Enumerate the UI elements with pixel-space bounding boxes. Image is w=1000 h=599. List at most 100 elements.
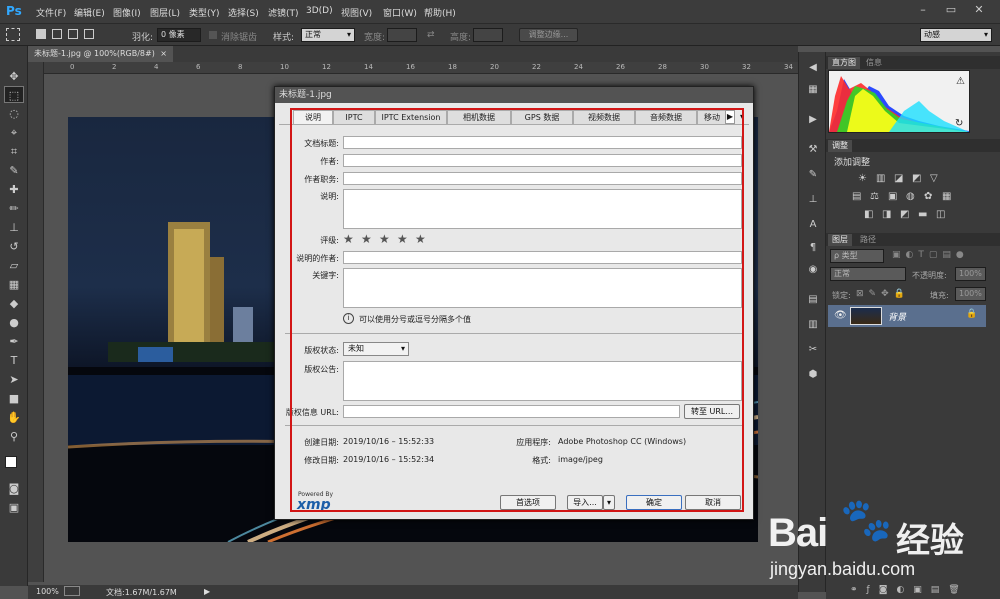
- status-menu-arrow-icon[interactable]: ▶: [204, 587, 210, 596]
- menu-layer[interactable]: 图层(L): [150, 6, 180, 19]
- lock-icons[interactable]: ⊠✎✥🔒: [856, 289, 916, 301]
- layer-row-background[interactable]: 👁 背景 🔒: [828, 305, 986, 327]
- swap-icon[interactable]: ⇄: [427, 30, 435, 40]
- posterize-icon[interactable]: ◨: [882, 209, 891, 220]
- dodge-tool-icon[interactable]: ●: [4, 314, 24, 331]
- foreground-color-swatch[interactable]: [5, 456, 17, 468]
- hue-saturation-icon[interactable]: ▤: [852, 191, 861, 202]
- close-tab-icon[interactable]: ×: [160, 46, 167, 62]
- path-select-tool-icon[interactable]: ➤: [4, 371, 24, 388]
- style-select[interactable]: 正常 ▾: [301, 28, 355, 42]
- width-input[interactable]: [387, 28, 417, 42]
- properties-panel-icon[interactable]: ✂: [805, 342, 821, 358]
- color-balance-icon[interactable]: ⚖: [870, 191, 879, 202]
- layer-name[interactable]: 背景: [888, 310, 906, 323]
- fill-input[interactable]: 100%: [955, 287, 986, 301]
- minimize-button[interactable]: –: [912, 2, 934, 18]
- menu-filter[interactable]: 滤镜(T): [268, 6, 299, 19]
- exposure-icon[interactable]: ◩: [912, 173, 921, 184]
- tab-adjustments[interactable]: 调整: [828, 140, 852, 152]
- feather-input[interactable]: 0 像素: [157, 28, 201, 42]
- intersect-selection-icon[interactable]: [84, 29, 94, 39]
- opacity-input[interactable]: 100%: [955, 267, 986, 281]
- new-selection-icon[interactable]: [36, 29, 46, 39]
- crop-tool-icon[interactable]: ⌗: [4, 143, 24, 160]
- threshold-icon[interactable]: ◩: [900, 209, 909, 220]
- refine-edge-button[interactable]: 调整边缘...: [519, 28, 578, 42]
- move-tool-icon[interactable]: ✥: [4, 68, 24, 85]
- layer-comps-icon[interactable]: ▥: [805, 317, 821, 333]
- height-input[interactable]: [473, 28, 503, 42]
- maximize-button[interactable]: ▭: [940, 2, 962, 18]
- menu-window[interactable]: 窗口(W): [383, 6, 417, 19]
- menu-edit[interactable]: 编辑(E): [74, 6, 105, 19]
- 3d-panel-icon[interactable]: ⬢: [805, 367, 821, 383]
- photo-filter-icon[interactable]: ◍: [906, 191, 915, 202]
- curves-icon[interactable]: ◪: [894, 173, 903, 184]
- antialias-checkbox[interactable]: [209, 31, 217, 39]
- layer-filter-select[interactable]: ρ 类型: [830, 249, 884, 263]
- menu-select[interactable]: 选择(S): [228, 6, 259, 19]
- vibrance-icon[interactable]: ▽: [930, 173, 938, 184]
- menu-help[interactable]: 帮助(H): [424, 6, 456, 19]
- tab-info[interactable]: 信息: [862, 57, 886, 69]
- screen-mode-icon[interactable]: ▣: [4, 499, 24, 516]
- selective-color-icon[interactable]: ◫: [936, 209, 945, 220]
- history-brush-tool-icon[interactable]: ↺: [4, 238, 24, 255]
- marquee-tool-icon[interactable]: ⬚: [4, 86, 24, 103]
- eye-icon[interactable]: 👁: [834, 310, 847, 321]
- character-panel-icon[interactable]: A: [805, 217, 821, 233]
- healing-brush-tool-icon[interactable]: ✚: [4, 181, 24, 198]
- pen-tool-icon[interactable]: ✒: [4, 333, 24, 350]
- menu-image[interactable]: 图像(I): [113, 6, 141, 19]
- warning-icon[interactable]: ⚠: [956, 76, 965, 87]
- menu-type[interactable]: 类型(Y): [189, 6, 220, 19]
- rectangle-tool-icon[interactable]: ■: [4, 390, 24, 407]
- tab-layers[interactable]: 图层: [828, 234, 852, 246]
- zoom-level[interactable]: 100%: [36, 587, 59, 596]
- clone-source-icon[interactable]: ⊥: [805, 192, 821, 208]
- tab-paths[interactable]: 路径: [856, 234, 880, 246]
- brush-panel-icon[interactable]: ✎: [805, 167, 821, 183]
- menu-3d[interactable]: 3D(D): [306, 6, 333, 16]
- layer-filter-icons[interactable]: ▣◐T▢▤●: [892, 250, 986, 262]
- tool-presets-icon[interactable]: ⚒: [805, 142, 821, 158]
- eyedropper-tool-icon[interactable]: ✎: [4, 162, 24, 179]
- zoom-tool-icon[interactable]: ⚲: [4, 428, 24, 445]
- black-white-icon[interactable]: ▣: [888, 191, 897, 202]
- hand-tool-icon[interactable]: ✋: [4, 409, 24, 426]
- gradient-map-icon[interactable]: ▬: [918, 209, 927, 220]
- clone-stamp-tool-icon[interactable]: ⊥: [4, 219, 24, 236]
- eraser-tool-icon[interactable]: ▱: [4, 257, 24, 274]
- share-icon[interactable]: [64, 586, 80, 596]
- channel-mixer-icon[interactable]: ✿: [924, 191, 932, 202]
- notes-panel-icon[interactable]: ▤: [805, 292, 821, 308]
- refresh-icon[interactable]: ↻: [955, 118, 963, 129]
- add-selection-icon[interactable]: [52, 29, 62, 39]
- menu-file[interactable]: 文件(F): [36, 6, 66, 19]
- quick-mask-icon[interactable]: ◙: [4, 480, 24, 497]
- close-button[interactable]: ✕: [968, 2, 990, 18]
- tab-histogram[interactable]: 直方图: [828, 57, 860, 69]
- levels-icon[interactable]: ▥: [876, 173, 885, 184]
- workspace-select[interactable]: 动感 ▾: [920, 28, 992, 42]
- menu-view[interactable]: 视图(V): [341, 6, 372, 19]
- history-panel-icon[interactable]: ▦: [805, 82, 821, 98]
- document-tab[interactable]: 未标题-1.jpg @ 100%(RGB/8#) ×: [28, 46, 173, 62]
- brush-tool-icon[interactable]: ✏: [4, 200, 24, 217]
- invert-icon[interactable]: ◧: [864, 209, 873, 220]
- marquee-tool-icon[interactable]: [6, 28, 20, 41]
- gradient-tool-icon[interactable]: ▦: [4, 276, 24, 293]
- subtract-selection-icon[interactable]: [68, 29, 78, 39]
- actions-panel-icon[interactable]: ▶: [805, 112, 821, 128]
- blur-tool-icon[interactable]: ◆: [4, 295, 24, 312]
- paragraph-panel-icon[interactable]: ¶: [805, 240, 821, 256]
- paths-panel-icon[interactable]: ◉: [805, 262, 821, 278]
- lasso-tool-icon[interactable]: ◌: [4, 105, 24, 122]
- collapse-panels-icon[interactable]: ◀: [805, 60, 821, 76]
- type-tool-icon[interactable]: T: [4, 352, 24, 369]
- color-lookup-icon[interactable]: ▦: [942, 191, 951, 202]
- quick-select-tool-icon[interactable]: ⌖: [4, 124, 24, 141]
- blend-mode-select[interactable]: 正常: [830, 267, 906, 281]
- brightness-icon[interactable]: ☀: [858, 173, 867, 184]
